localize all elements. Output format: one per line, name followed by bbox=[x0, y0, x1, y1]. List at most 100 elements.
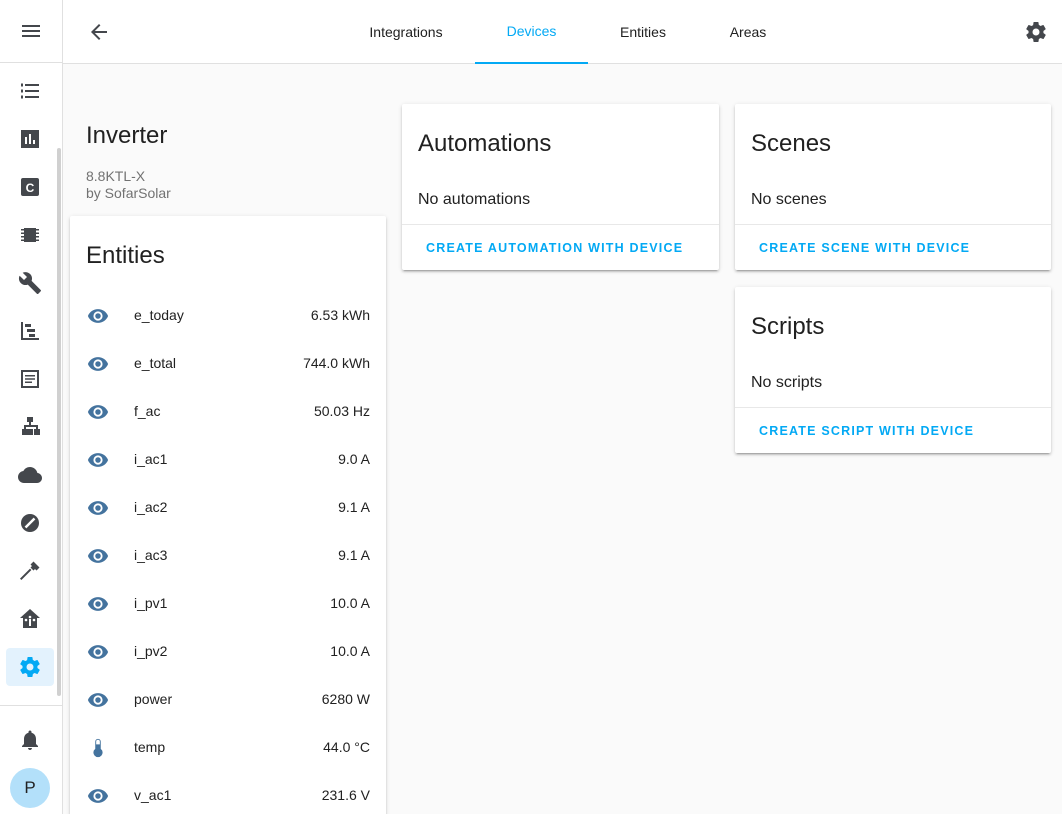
tab-label: Areas bbox=[729, 24, 767, 40]
entity-state: 9.1 A bbox=[338, 547, 370, 563]
top-toolbar: Integrations Devices Entities Areas bbox=[63, 0, 1062, 64]
cloud-icon bbox=[18, 467, 42, 483]
entity-name: i_ac1 bbox=[134, 451, 168, 467]
sidebar-item-gantt[interactable] bbox=[6, 312, 54, 350]
entity-state: 6.53 kWh bbox=[310, 307, 370, 323]
entity-name: power bbox=[134, 691, 173, 707]
create-script-button[interactable]: CREATE SCRIPT WITH DEVICE bbox=[759, 424, 974, 438]
scripts-empty-text: No scripts bbox=[751, 374, 823, 391]
tab-entities[interactable]: Entities bbox=[603, 0, 683, 64]
sidebar-item-chip[interactable] bbox=[6, 216, 54, 254]
eye-icon bbox=[86, 592, 110, 616]
entity-row[interactable]: power 6280 W bbox=[70, 676, 386, 724]
entity-row[interactable]: i_pv2 10.0 A bbox=[70, 628, 386, 676]
entities-card-title: Entities bbox=[86, 242, 165, 269]
entity-name: e_today bbox=[134, 307, 184, 323]
gear-icon bbox=[1026, 22, 1046, 43]
sitemap-icon bbox=[22, 417, 40, 435]
thermometer-icon bbox=[86, 736, 110, 760]
entity-row[interactable]: temp 44.0 °C bbox=[70, 724, 386, 772]
gear-icon bbox=[20, 657, 40, 678]
entity-row[interactable]: i_ac3 9.1 A bbox=[70, 532, 386, 580]
eye-icon bbox=[86, 544, 110, 568]
tab-label: Devices bbox=[506, 23, 557, 39]
entity-state: 6280 W bbox=[321, 691, 370, 707]
scenes-card-actions: CREATE SCENE WITH DEVICE bbox=[735, 224, 1051, 270]
hamburger-icon bbox=[22, 25, 40, 37]
device-model: 8.8KTL-X bbox=[86, 168, 146, 184]
wrench-icon bbox=[18, 272, 41, 294]
scenes-card-title: Scenes bbox=[751, 130, 832, 157]
sidebar-item-cloud[interactable] bbox=[6, 456, 54, 494]
sidebar-item-logs[interactable] bbox=[6, 360, 54, 398]
home-assistant-icon bbox=[20, 609, 40, 628]
entity-state: 50.03 Hz bbox=[313, 403, 370, 419]
tab-areas[interactable]: Areas bbox=[715, 0, 781, 64]
tab-devices[interactable]: Devices bbox=[475, 0, 588, 64]
tab-integrations[interactable]: Integrations bbox=[355, 0, 457, 64]
automations-card: Automations No automations CREATE AUTOMA… bbox=[402, 104, 719, 270]
sidebar-item-config-tools[interactable] bbox=[6, 264, 54, 302]
entity-row[interactable]: i_ac2 9.1 A bbox=[70, 484, 386, 532]
hammer-icon bbox=[20, 561, 40, 580]
eye-icon bbox=[86, 688, 110, 712]
scripts-card: Scripts No scripts CREATE SCRIPT WITH DE… bbox=[735, 287, 1051, 453]
create-automation-button[interactable]: CREATE AUTOMATION WITH DEVICE bbox=[426, 241, 683, 255]
eye-icon bbox=[86, 640, 110, 664]
entity-row[interactable]: v_ac1 231.6 V bbox=[70, 772, 386, 814]
entity-state: 10.0 A bbox=[330, 595, 370, 611]
sidebar-item-configuration[interactable] bbox=[6, 648, 54, 686]
scenes-empty-text: No scenes bbox=[751, 191, 827, 208]
entity-name: i_pv1 bbox=[134, 595, 168, 611]
text-box-icon bbox=[21, 370, 39, 388]
sidebar-scrollbar[interactable] bbox=[57, 148, 61, 696]
entity-name: i_ac2 bbox=[134, 499, 168, 515]
sidebar-item-logbook[interactable] bbox=[6, 72, 54, 110]
entity-state: 744.0 kWh bbox=[303, 355, 370, 371]
entity-name: temp bbox=[134, 739, 166, 755]
bell-icon bbox=[22, 730, 38, 750]
sidebar-item-slash[interactable] bbox=[6, 504, 54, 542]
automations-empty-text: No automations bbox=[418, 191, 531, 208]
entity-name: f_ac bbox=[134, 403, 161, 419]
tab-label: Entities bbox=[620, 24, 666, 40]
sidebar-item-network[interactable] bbox=[6, 408, 54, 446]
entity-row[interactable]: f_ac 50.03 Hz bbox=[70, 388, 386, 436]
eye-icon bbox=[86, 400, 110, 424]
entities-card: Entities e_today 6.53 kWh e_total 744.0 kWh… bbox=[70, 216, 386, 814]
entity-row[interactable]: e_today 6.53 kWh bbox=[70, 292, 386, 340]
entity-row[interactable]: e_total 744.0 kWh bbox=[70, 340, 386, 388]
entity-state: 44.0 °C bbox=[323, 739, 370, 755]
sidebar-item-notifications[interactable] bbox=[6, 721, 54, 759]
back-button[interactable] bbox=[85, 18, 113, 46]
create-scene-button[interactable]: CREATE SCENE WITH DEVICE bbox=[759, 241, 970, 255]
svg-text:C: C bbox=[26, 181, 35, 195]
list-icon bbox=[21, 83, 39, 99]
eye-icon bbox=[86, 784, 110, 808]
scenes-card: Scenes No scenes CREATE SCENE WITH DEVIC… bbox=[735, 104, 1051, 270]
slash-circle-icon bbox=[21, 514, 39, 532]
eye-icon bbox=[86, 448, 110, 472]
entity-name: e_total bbox=[134, 355, 177, 371]
entity-state: 231.6 V bbox=[321, 787, 370, 803]
menu-button[interactable] bbox=[0, 0, 62, 63]
sidebar-divider bbox=[0, 705, 62, 706]
avatar[interactable]: P bbox=[10, 768, 50, 808]
avatar-letter: P bbox=[24, 778, 36, 797]
sidebar-item-history[interactable] bbox=[6, 120, 54, 158]
sidebar-item-c[interactable]: C bbox=[6, 168, 54, 206]
entity-state: 9.0 A bbox=[338, 451, 370, 467]
device-manufacturer: by SofarSolar bbox=[86, 185, 171, 201]
entity-row[interactable]: i_ac1 9.0 A bbox=[70, 436, 386, 484]
sidebar-item-developer-tools[interactable] bbox=[6, 552, 54, 590]
entity-name: i_pv2 bbox=[134, 643, 168, 659]
settings-button[interactable] bbox=[1022, 18, 1050, 46]
sidebar-item-home-assistant[interactable] bbox=[6, 600, 54, 638]
entity-state: 10.0 A bbox=[330, 643, 370, 659]
entity-row[interactable]: i_pv1 10.0 A bbox=[70, 580, 386, 628]
gantt-icon bbox=[21, 322, 39, 340]
automations-card-actions: CREATE AUTOMATION WITH DEVICE bbox=[402, 224, 719, 270]
chip-icon bbox=[21, 228, 39, 242]
chart-icon bbox=[21, 130, 39, 148]
scripts-card-actions: CREATE SCRIPT WITH DEVICE bbox=[735, 407, 1051, 453]
